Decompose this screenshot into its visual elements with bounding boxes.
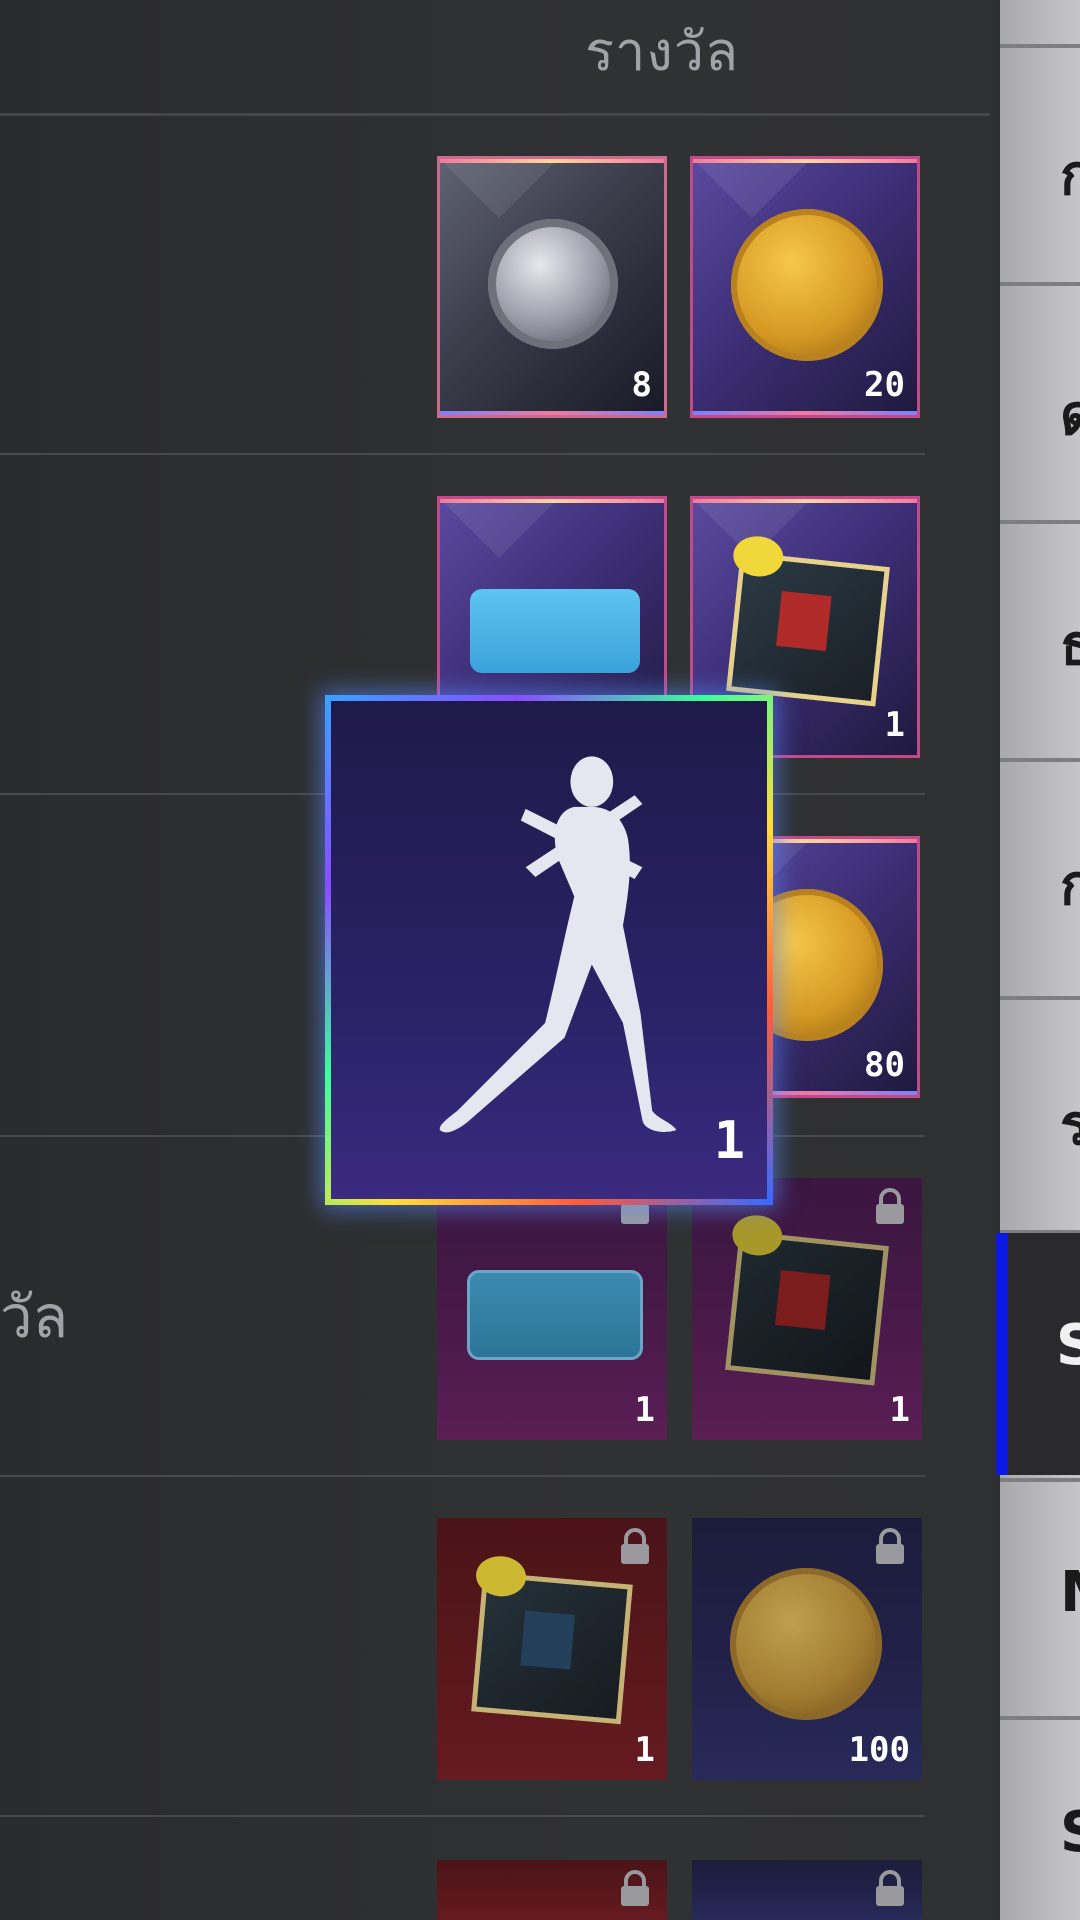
sidebar-item-selected[interactable]: S: [996, 1233, 1080, 1475]
sidebar-item[interactable]: ด: [1060, 370, 1080, 459]
tile-glow: [693, 159, 917, 163]
photo-frame-icon: [725, 1212, 889, 1386]
photo-detail: [775, 1270, 831, 1330]
photo-detail: [776, 591, 832, 651]
tile-glow: [440, 499, 664, 503]
photo-frame-icon: [471, 1554, 633, 1725]
tile-glow: [693, 411, 917, 415]
reward-quantity: 1: [713, 1111, 745, 1171]
lock-icon: [621, 1528, 649, 1564]
reward-tile-coin-locked[interactable]: 100: [692, 1518, 922, 1780]
row-label: วัล: [0, 1283, 69, 1351]
featured-reward-emote[interactable]: 1: [325, 695, 773, 1205]
sidebar-divider: [1000, 758, 1080, 762]
sidebar-divider: [1000, 1478, 1080, 1482]
profile-tag-icon: [474, 1554, 528, 1599]
tile-glow: [693, 499, 917, 503]
reward-tile-photo-locked[interactable]: 1: [692, 1178, 922, 1440]
sidebar-item[interactable]: ธ: [1060, 600, 1080, 689]
reward-tile-locked[interactable]: [692, 1860, 922, 1920]
fire-coin-icon: [730, 1568, 882, 1720]
header-divider: [0, 113, 990, 116]
reward-tile-photo-locked[interactable]: 1: [437, 1518, 667, 1780]
row-divider: [0, 1475, 925, 1477]
tile-glow: [440, 411, 664, 415]
sidebar-item[interactable]: ร: [1060, 1080, 1080, 1169]
profile-tag-icon: [730, 1212, 785, 1258]
reward-tile-locked[interactable]: [437, 1860, 667, 1920]
reward-quantity: 1: [634, 1730, 655, 1770]
category-sidebar: ก ด ธ ก ร S M S: [996, 0, 1080, 1920]
row-divider: [0, 1815, 925, 1817]
lock-icon: [876, 1188, 904, 1224]
reward-quantity: 1: [889, 1390, 910, 1430]
rewards-header: รางวัล: [585, 20, 740, 83]
card-icon: [467, 1270, 643, 1360]
tile-sheen: [440, 499, 664, 558]
reward-quantity: 80: [864, 1045, 905, 1085]
sidebar-divider: [1000, 1716, 1080, 1720]
sidebar-item[interactable]: M: [1060, 1560, 1080, 1625]
reward-tile-coin[interactable]: 20: [690, 156, 920, 418]
photo-frame-icon: [726, 533, 890, 707]
emote-dance-icon: [439, 756, 677, 1133]
sidebar-divider: [1000, 282, 1080, 286]
reward-tile-outfit-badge[interactable]: 8: [437, 156, 667, 418]
profile-tag-icon: [731, 533, 786, 579]
card-icon: [470, 589, 640, 673]
reward-quantity: 1: [634, 1390, 655, 1430]
sidebar-item[interactable]: S: [1060, 1800, 1080, 1865]
tile-sheen: [693, 499, 917, 558]
tile-glow: [440, 159, 664, 163]
sidebar-divider: [1000, 520, 1080, 524]
sidebar-item[interactable]: ก: [1060, 840, 1080, 929]
reward-quantity: 8: [631, 365, 652, 405]
reward-quantity: 20: [864, 365, 905, 405]
sidebar-item[interactable]: ก: [1060, 130, 1080, 219]
outfit-badge-icon: [488, 219, 618, 349]
lock-icon: [876, 1528, 904, 1564]
sidebar-item-label: S: [1056, 1313, 1080, 1378]
sidebar-divider: [1000, 44, 1080, 48]
reward-quantity: 1: [884, 705, 905, 745]
rewards-panel: รางวัล วัล 8 20 1 80 1 1 1 100 1: [0, 0, 995, 1920]
reward-quantity: 100: [848, 1730, 910, 1770]
lock-icon: [876, 1870, 904, 1906]
photo-detail: [520, 1610, 575, 1670]
tile-sheen: [440, 159, 664, 218]
sidebar-divider: [1000, 996, 1080, 1000]
reward-tile-card-locked[interactable]: 1: [437, 1178, 667, 1440]
lock-icon: [621, 1870, 649, 1906]
row-divider: [0, 453, 925, 455]
fire-coin-icon: [731, 209, 883, 361]
